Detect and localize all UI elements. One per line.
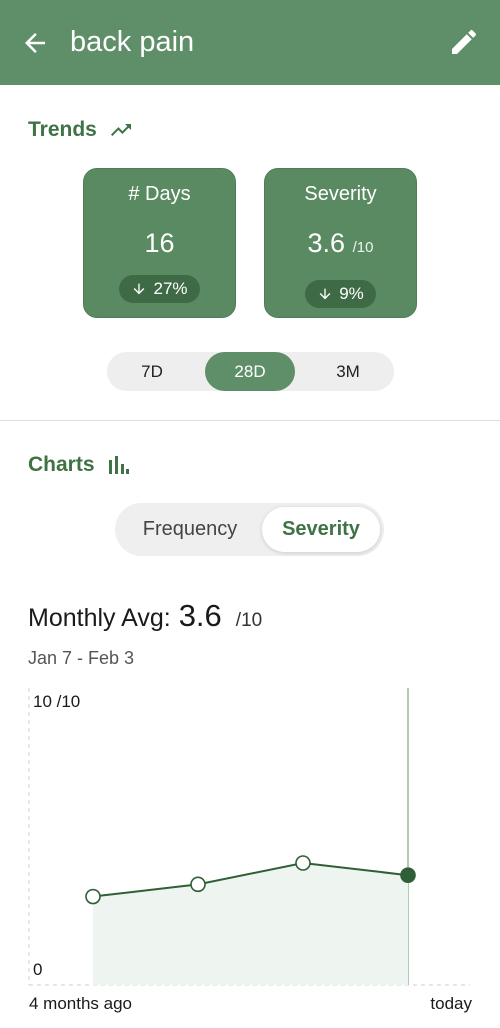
monthly-avg-unit: /10	[235, 610, 263, 631]
monthly-avg-label: Monthly Avg:	[28, 604, 171, 632]
pencil-icon[interactable]	[448, 26, 480, 58]
severity-unit: /10	[352, 239, 374, 256]
arrow-left-icon[interactable]	[20, 28, 50, 58]
page-title: back pain	[70, 26, 195, 58]
arrow-down-icon	[319, 288, 331, 300]
bar-chart-icon	[108, 456, 129, 474]
data-point[interactable]	[295, 855, 311, 871]
x-start-label: 4 months ago	[29, 994, 132, 1013]
data-point[interactable]	[400, 867, 416, 883]
severity-stat-label: Severity	[304, 183, 377, 205]
app-bar: back pain	[0, 0, 500, 85]
tab-severity[interactable]: Severity	[262, 507, 380, 552]
arrow-down-icon	[134, 283, 145, 295]
data-point[interactable]	[85, 888, 101, 905]
days-stat-label: # Days	[128, 183, 191, 205]
severity-change-badge: 9%	[305, 280, 376, 308]
severity-stat-value: 3.6 /10	[307, 228, 374, 258]
trends-heading: Trends	[28, 118, 133, 142]
x-end-label: today	[430, 994, 472, 1013]
monthly-avg-value: 3.6	[178, 598, 222, 633]
range-3m[interactable]: 3M	[303, 352, 393, 391]
trends-title: Trends	[28, 118, 97, 141]
days-stat-card: # Days 16 27%	[83, 168, 236, 318]
range-7d[interactable]: 7D	[107, 352, 197, 391]
date-range: Jan 7 - Feb 3	[28, 648, 135, 668]
monthly-average: Monthly Avg: 3.6 /10	[28, 598, 262, 634]
range-28d[interactable]: 28D	[205, 352, 295, 391]
trending-up-icon	[110, 124, 131, 136]
y-top-label: 10 /10	[33, 692, 80, 711]
section-divider	[0, 420, 500, 421]
tab-frequency[interactable]: Frequency	[123, 507, 257, 552]
days-change-badge: 27%	[119, 275, 200, 303]
series-area	[93, 863, 408, 985]
charts-title: Charts	[28, 453, 95, 476]
severity-line-chart: 10 /10 0 4 months ago today	[28, 688, 472, 1013]
severity-stat-card: Severity 3.6 /10 9%	[264, 168, 417, 318]
chart-type-toggle: Frequency Severity	[115, 503, 384, 556]
range-toggle: 7D 28D 3M	[107, 352, 394, 391]
days-stat-value: 16	[144, 228, 175, 258]
charts-heading: Charts	[28, 453, 129, 477]
data-point[interactable]	[190, 876, 206, 893]
y-bottom-label: 0	[33, 960, 42, 979]
